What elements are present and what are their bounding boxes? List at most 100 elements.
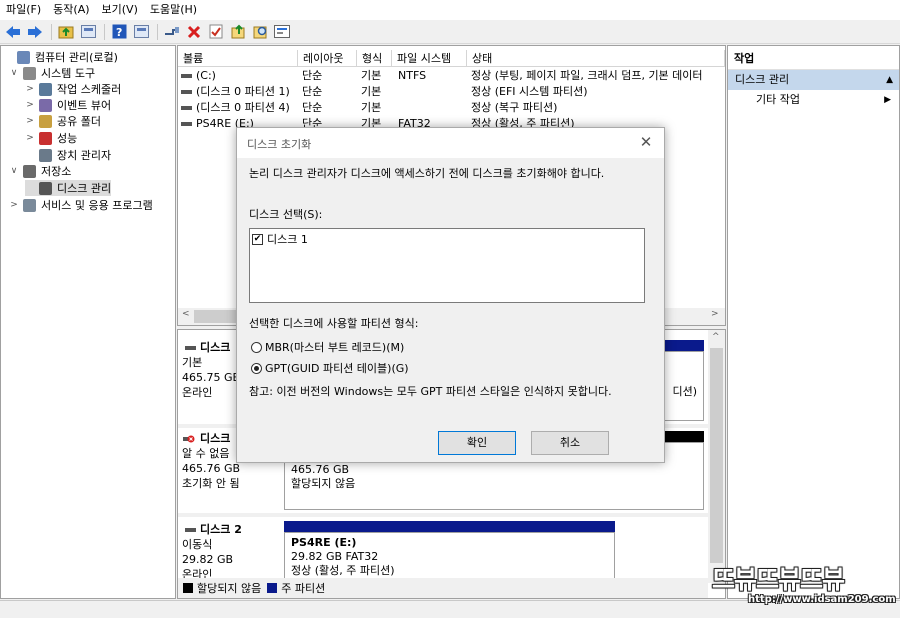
- column-header-filesystem[interactable]: 파일 시스템: [392, 50, 467, 67]
- close-icon[interactable]: ✕: [636, 132, 656, 152]
- expand-toggle-icon[interactable]: ∨: [9, 166, 19, 176]
- volume-icon: [181, 74, 192, 78]
- connect-icon[interactable]: [162, 22, 182, 42]
- console-tree-icon[interactable]: [78, 22, 98, 42]
- disk2-partition[interactable]: PS4RE (E:) 29.82 GB FAT32 정상 (활성, 주 파티션): [284, 532, 615, 580]
- console-tree: 컴퓨터 관리(로컬) ∨ 시스템 도구 > 작업 스케줄러 > 이벤트 뷰어 > 공유 폴더 > 성…: [0, 45, 176, 599]
- export-icon[interactable]: [228, 22, 248, 42]
- performance-icon: [39, 131, 52, 145]
- tree-item[interactable]: ∨ 저장소: [9, 163, 71, 179]
- vertical-scrollbar[interactable]: ^: [708, 330, 725, 583]
- column-header-layout[interactable]: 레이아웃: [298, 50, 357, 67]
- forward-icon[interactable]: [25, 22, 45, 42]
- system-tools-icon: [23, 66, 36, 80]
- disk1-checkbox[interactable]: ✔: [252, 233, 263, 245]
- actions-section-label: 디스크 관리: [735, 73, 790, 86]
- search-icon[interactable]: [250, 22, 270, 42]
- actions-section-disk-management[interactable]: 디스크 관리 ▲: [728, 70, 899, 90]
- disk2-partition-size: 29.82 GB FAT32: [291, 550, 379, 563]
- tree-item[interactable]: > 작업 스케줄러: [25, 81, 121, 97]
- expand-toggle-icon[interactable]: >: [25, 116, 35, 126]
- disk2-partition-state: 정상 (활성, 주 파티션): [291, 564, 395, 577]
- help-icon[interactable]: ?: [109, 22, 129, 42]
- mbr-option[interactable]: MBR(마스터 부트 레코드)(M): [251, 339, 404, 355]
- delete-icon[interactable]: [184, 22, 204, 42]
- toolbar-separator: [157, 23, 158, 40]
- table-row[interactable]: (C:) 단순 기본 NTFS 정상 (부팅, 페이지 파일, 크래시 덤프, 기본 데…: [178, 68, 725, 84]
- column-header-volume[interactable]: 볼륨: [178, 50, 298, 67]
- volume-icon: [181, 122, 192, 126]
- disk-error-icon: [183, 435, 195, 443]
- volume-icon: [181, 106, 192, 110]
- tree-item[interactable]: 디스크 관리: [25, 180, 112, 196]
- legend-unallocated-swatch: [183, 583, 193, 593]
- column-header-status[interactable]: 상태: [467, 50, 725, 67]
- cell-type: 기본: [361, 69, 382, 82]
- disk2-size: 29.82 GB: [182, 553, 234, 566]
- tree-item-label: 공유 폴더: [57, 115, 101, 128]
- tree-item[interactable]: 컴퓨터 관리(로컬): [3, 49, 118, 65]
- expand-toggle-icon[interactable]: >: [9, 200, 19, 210]
- column-header-type[interactable]: 형식: [357, 50, 392, 67]
- toolbar-separator: [51, 23, 52, 40]
- tree-item-label: 디스크 관리: [57, 182, 112, 195]
- cancel-button[interactable]: 취소: [531, 431, 609, 455]
- services-icon: [23, 198, 36, 212]
- table-row[interactable]: (디스크 0 파티션 1) 단순 기본 정상 (EFI 시스템 파티션): [178, 84, 725, 100]
- tree-item[interactable]: > 서비스 및 응용 프로그램: [9, 197, 153, 213]
- up-folder-icon[interactable]: [56, 22, 76, 42]
- table-row[interactable]: (디스크 0 파티션 4) 단순 기본 정상 (복구 파티션): [178, 100, 725, 116]
- gpt-option[interactable]: GPT(GUID 파티션 테이블)(G): [251, 360, 409, 376]
- collapse-icon[interactable]: ▲: [886, 70, 893, 90]
- tree-item[interactable]: ∨ 시스템 도구: [9, 65, 95, 81]
- disk2-label[interactable]: 디스크 2 이동식 29.82 GB 온라인: [182, 522, 282, 582]
- disk-select-list[interactable]: ✔ 디스크 1: [249, 228, 645, 303]
- menu-view[interactable]: 보기(V): [96, 0, 144, 20]
- shared-folders-icon: [39, 114, 52, 128]
- cell-layout: 단순: [302, 69, 323, 82]
- partition-style-label: 선택한 디스크에 사용할 파티션 형식:: [249, 317, 419, 330]
- tree-item-label: 저장소: [41, 165, 72, 178]
- tree-item[interactable]: > 이벤트 뷰어: [25, 97, 111, 113]
- disk-icon: [185, 527, 196, 532]
- legend-primary: 주 파티션: [281, 582, 326, 595]
- scrollbar-thumb[interactable]: [710, 348, 723, 563]
- scroll-up-icon[interactable]: ^: [712, 332, 720, 342]
- expand-toggle-icon[interactable]: >: [25, 84, 35, 94]
- scroll-left-icon[interactable]: <: [182, 309, 190, 319]
- tree-item-label: 서비스 및 응용 프로그램: [41, 199, 153, 212]
- disk-separator: [178, 513, 708, 517]
- scroll-right-icon[interactable]: >: [711, 309, 719, 319]
- list-icon[interactable]: [272, 22, 292, 42]
- volume-cell: (디스크 0 파티션 4): [178, 100, 298, 116]
- disk1-state: 초기화 안 됨: [182, 477, 240, 490]
- menu-help[interactable]: 도움말(H): [144, 0, 203, 20]
- menu-bar: 파일(F) 동작(A) 보기(V) 도움말(H): [0, 0, 900, 20]
- disk-list-item[interactable]: ✔ 디스크 1: [252, 231, 308, 247]
- expand-toggle-icon[interactable]: ∨: [9, 68, 19, 78]
- menu-action[interactable]: 동작(A): [47, 0, 95, 20]
- svg-text:?: ?: [116, 26, 122, 39]
- actions-more[interactable]: 기타 작업 ▶: [728, 90, 899, 110]
- toolbar: ?: [0, 20, 900, 44]
- tree-item[interactable]: > 성능: [25, 130, 77, 146]
- expand-toggle-icon[interactable]: >: [25, 100, 35, 110]
- view-icon[interactable]: [131, 22, 151, 42]
- cell-type: 기본: [361, 101, 382, 114]
- disk-select-label: 디스크 선택(S):: [249, 208, 323, 221]
- back-icon[interactable]: [3, 22, 23, 42]
- expand-toggle-icon[interactable]: >: [25, 133, 35, 143]
- cell-status: 정상 (EFI 시스템 파티션): [471, 85, 588, 98]
- cell-fs: NTFS: [398, 69, 427, 82]
- actions-pane: 작업 디스크 관리 ▲ 기타 작업 ▶: [727, 45, 900, 599]
- legend-unallocated: 할당되지 않음: [197, 582, 262, 595]
- dialog-title-bar[interactable]: 디스크 초기화 ✕: [237, 128, 664, 158]
- gpt-radio[interactable]: [251, 362, 262, 374]
- mbr-radio[interactable]: [251, 341, 262, 353]
- tree-item[interactable]: 장치 관리자: [25, 147, 111, 163]
- ok-button[interactable]: 확인: [438, 431, 516, 455]
- properties-icon[interactable]: [206, 22, 226, 42]
- tree-item-label: 이벤트 뷰어: [57, 99, 112, 112]
- menu-file[interactable]: 파일(F): [0, 0, 47, 20]
- tree-item[interactable]: > 공유 폴더: [25, 113, 101, 129]
